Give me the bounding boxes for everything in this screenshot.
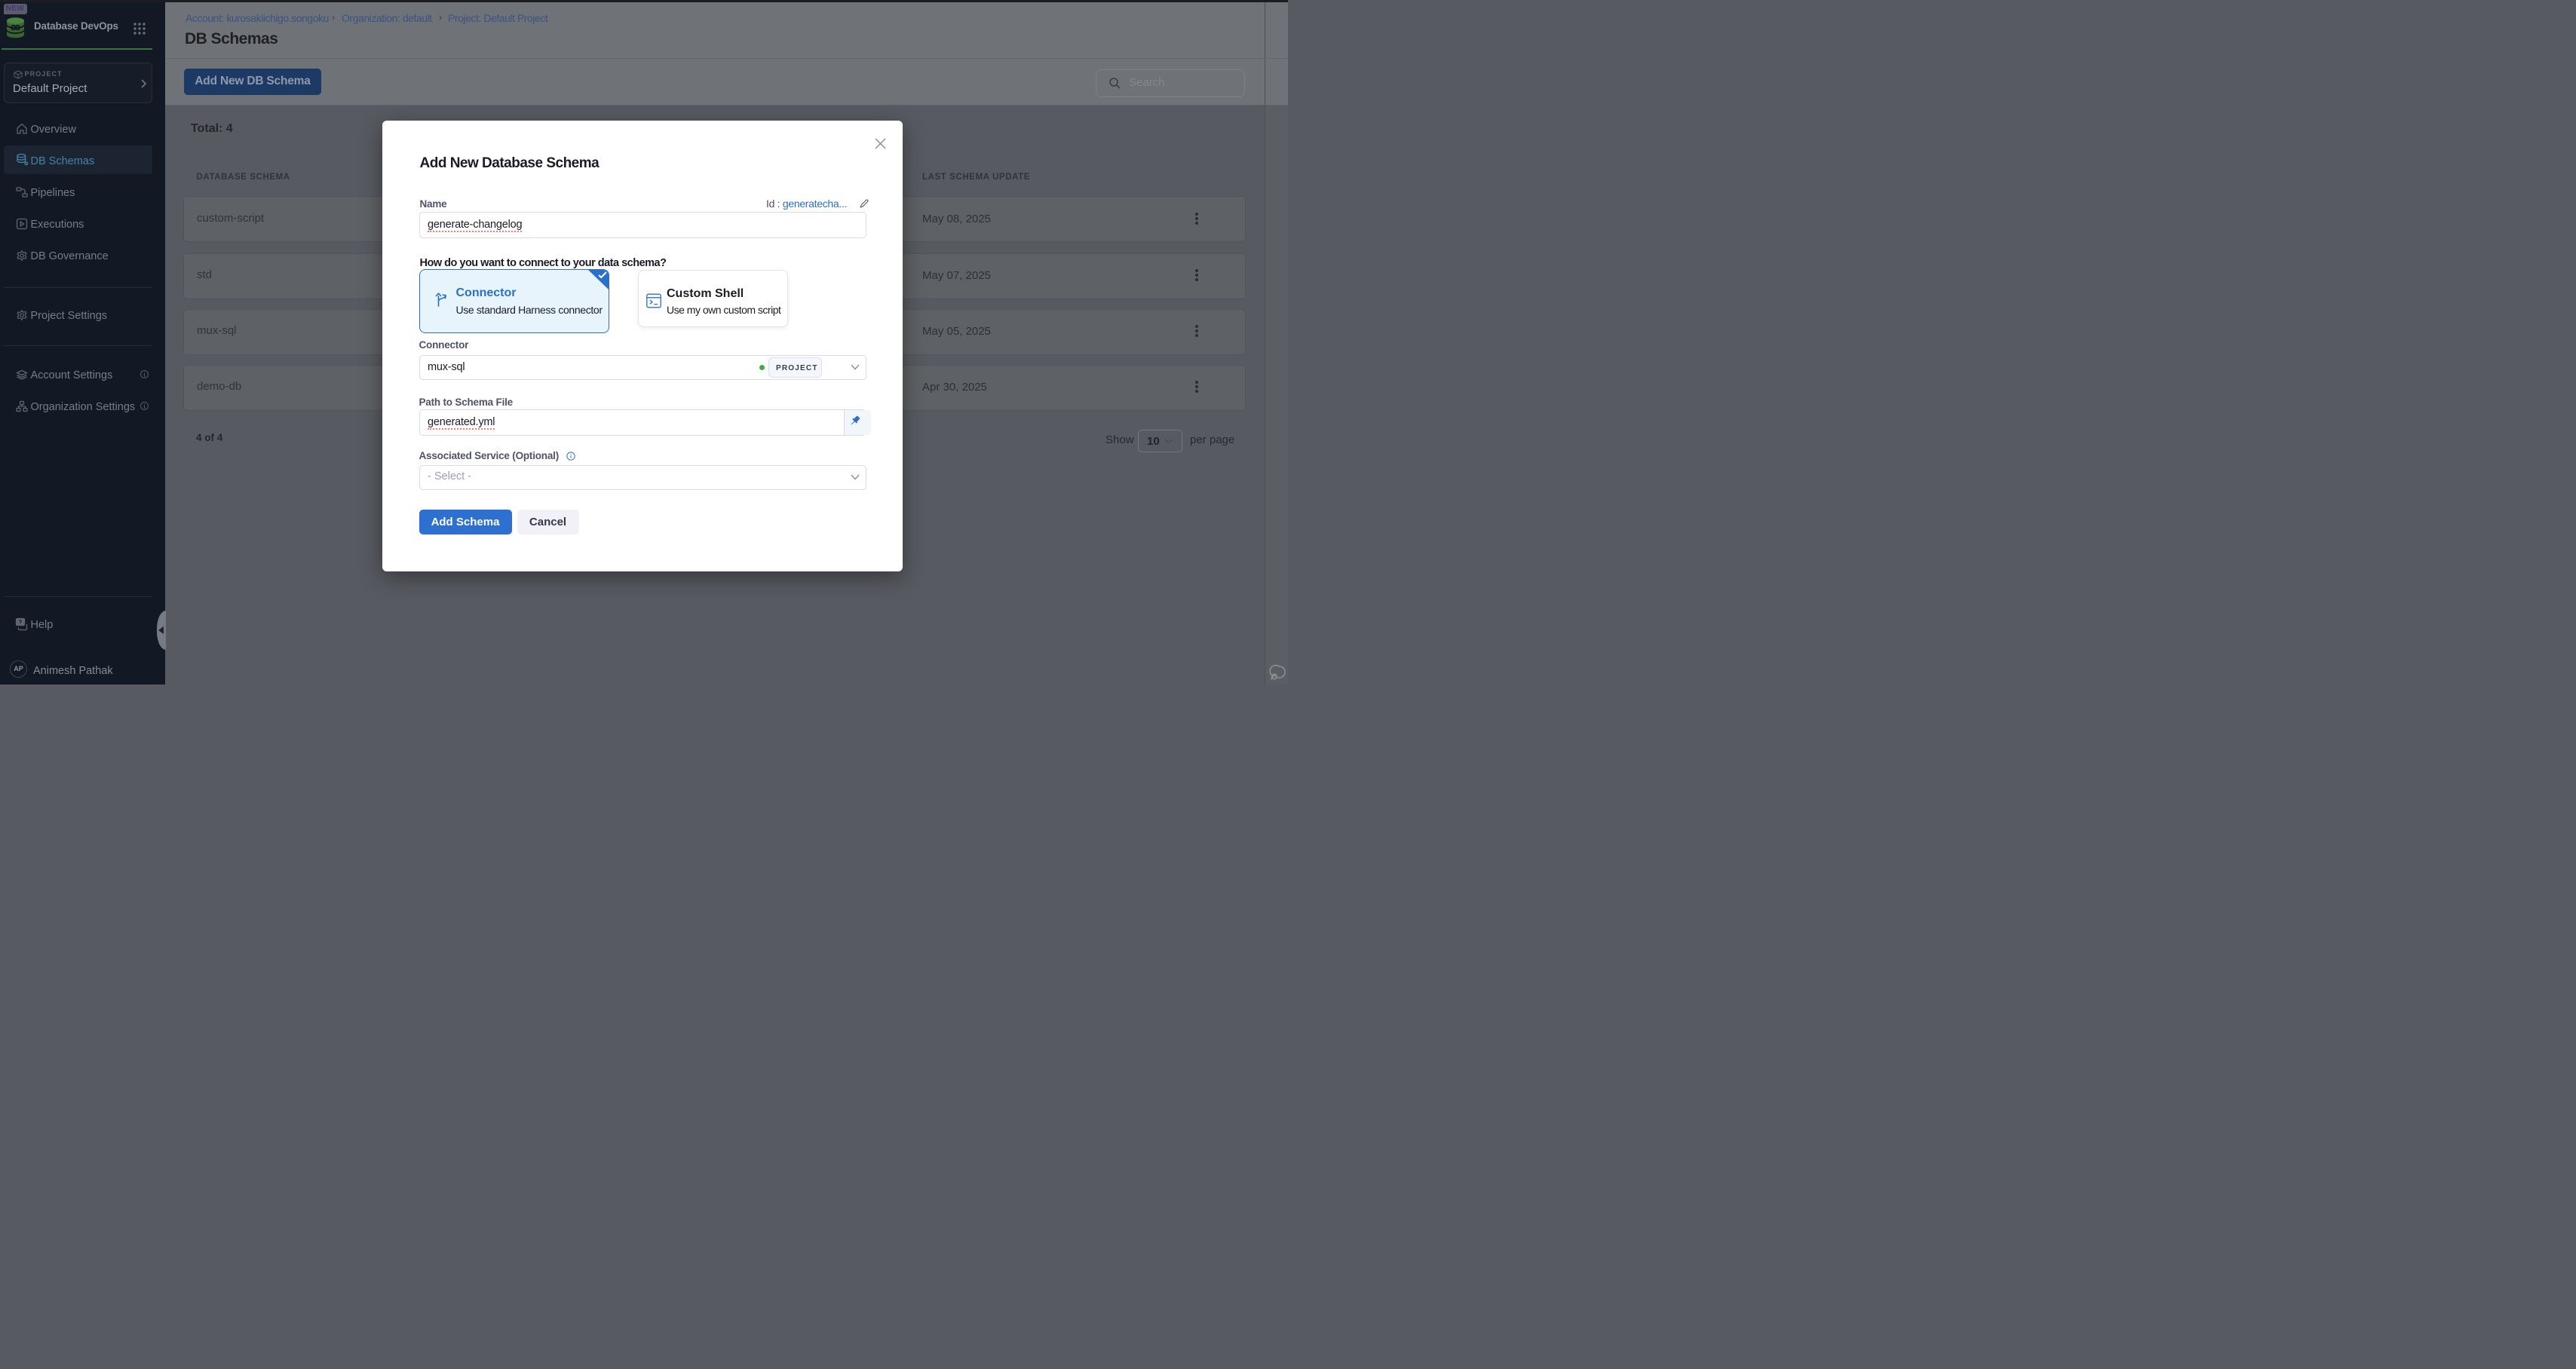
svg-text:?: ? <box>19 619 23 626</box>
